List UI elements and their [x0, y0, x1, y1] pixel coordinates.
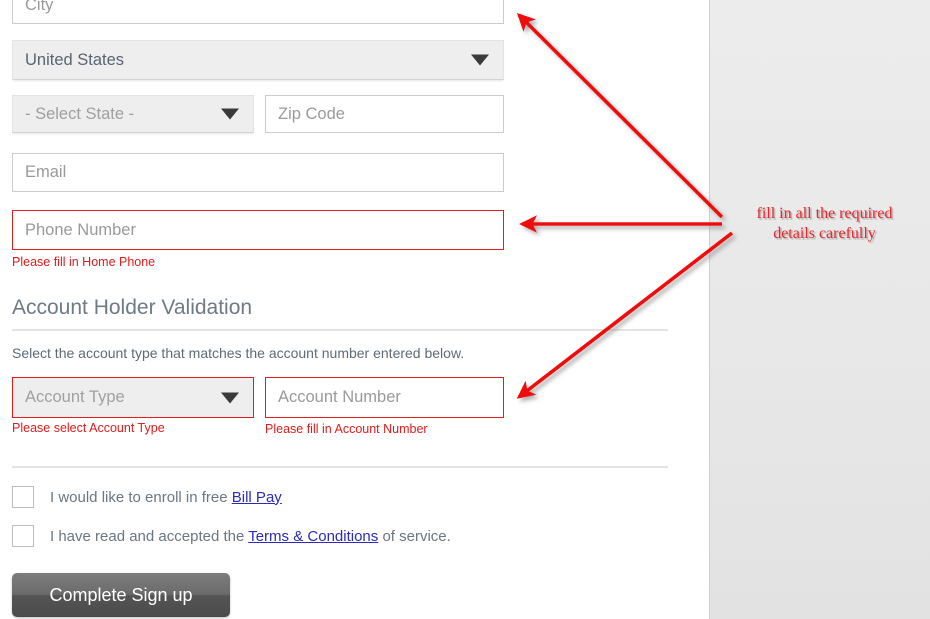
right-side-panel-surface	[710, 0, 930, 619]
phone-number-input[interactable]	[12, 210, 504, 250]
account-number-error-message: Please fill in Account Number	[265, 422, 428, 436]
annotation-note-line-1: fill in all the required	[756, 205, 893, 222]
section-help-text: Select the account type that matches the…	[12, 345, 465, 361]
state-select-value: - Select State -	[25, 104, 135, 123]
email-input[interactable]	[12, 153, 504, 192]
section-title: Account Holder Validation	[12, 296, 253, 319]
terms-checkbox[interactable]	[12, 525, 34, 547]
state-select[interactable]: - Select State -	[12, 95, 254, 133]
signup-form-column: United States - Select State - Please fi…	[0, 0, 709, 619]
terms-label-prefix: I have read and accepted the	[50, 527, 249, 545]
account-type-select-value: Account Type	[25, 388, 125, 406]
billpay-checkbox-row[interactable]: I would like to enroll in free Bill Pay	[12, 486, 282, 508]
checkbox-section-divider	[12, 466, 668, 468]
complete-signup-button[interactable]: Complete Sign up	[12, 573, 230, 617]
annotation-note-line-2: details carefully	[773, 225, 876, 242]
country-select-value: United States	[25, 50, 125, 69]
account-type-error-message: Please select Account Type	[12, 421, 165, 435]
country-select[interactable]: United States	[12, 40, 504, 80]
zip-code-input[interactable]	[265, 95, 504, 133]
chevron-down-icon	[221, 392, 239, 403]
bill-pay-link[interactable]: Bill Pay	[232, 489, 282, 506]
terms-checkbox-label: I have read and accepted the Terms & Con…	[50, 528, 451, 545]
annotation-note: fill in all the required details careful…	[727, 204, 922, 244]
billpay-label-prefix: I would like to enroll in free	[50, 488, 232, 506]
terms-and-conditions-link[interactable]: Terms & Conditions	[248, 528, 378, 545]
billpay-checkbox-label: I would like to enroll in free Bill Pay	[50, 489, 282, 506]
section-divider	[12, 329, 668, 331]
chevron-down-icon	[221, 108, 239, 120]
phone-error-message: Please fill in Home Phone	[12, 255, 156, 269]
billpay-checkbox[interactable]	[12, 486, 34, 508]
account-number-input[interactable]	[265, 377, 504, 418]
right-side-panel	[709, 0, 930, 619]
account-type-select[interactable]: Account Type	[12, 377, 254, 418]
chevron-down-icon	[471, 54, 489, 66]
city-input[interactable]	[12, 0, 504, 24]
terms-checkbox-row[interactable]: I have read and accepted the Terms & Con…	[12, 525, 451, 547]
terms-label-suffix: of service.	[378, 527, 451, 545]
